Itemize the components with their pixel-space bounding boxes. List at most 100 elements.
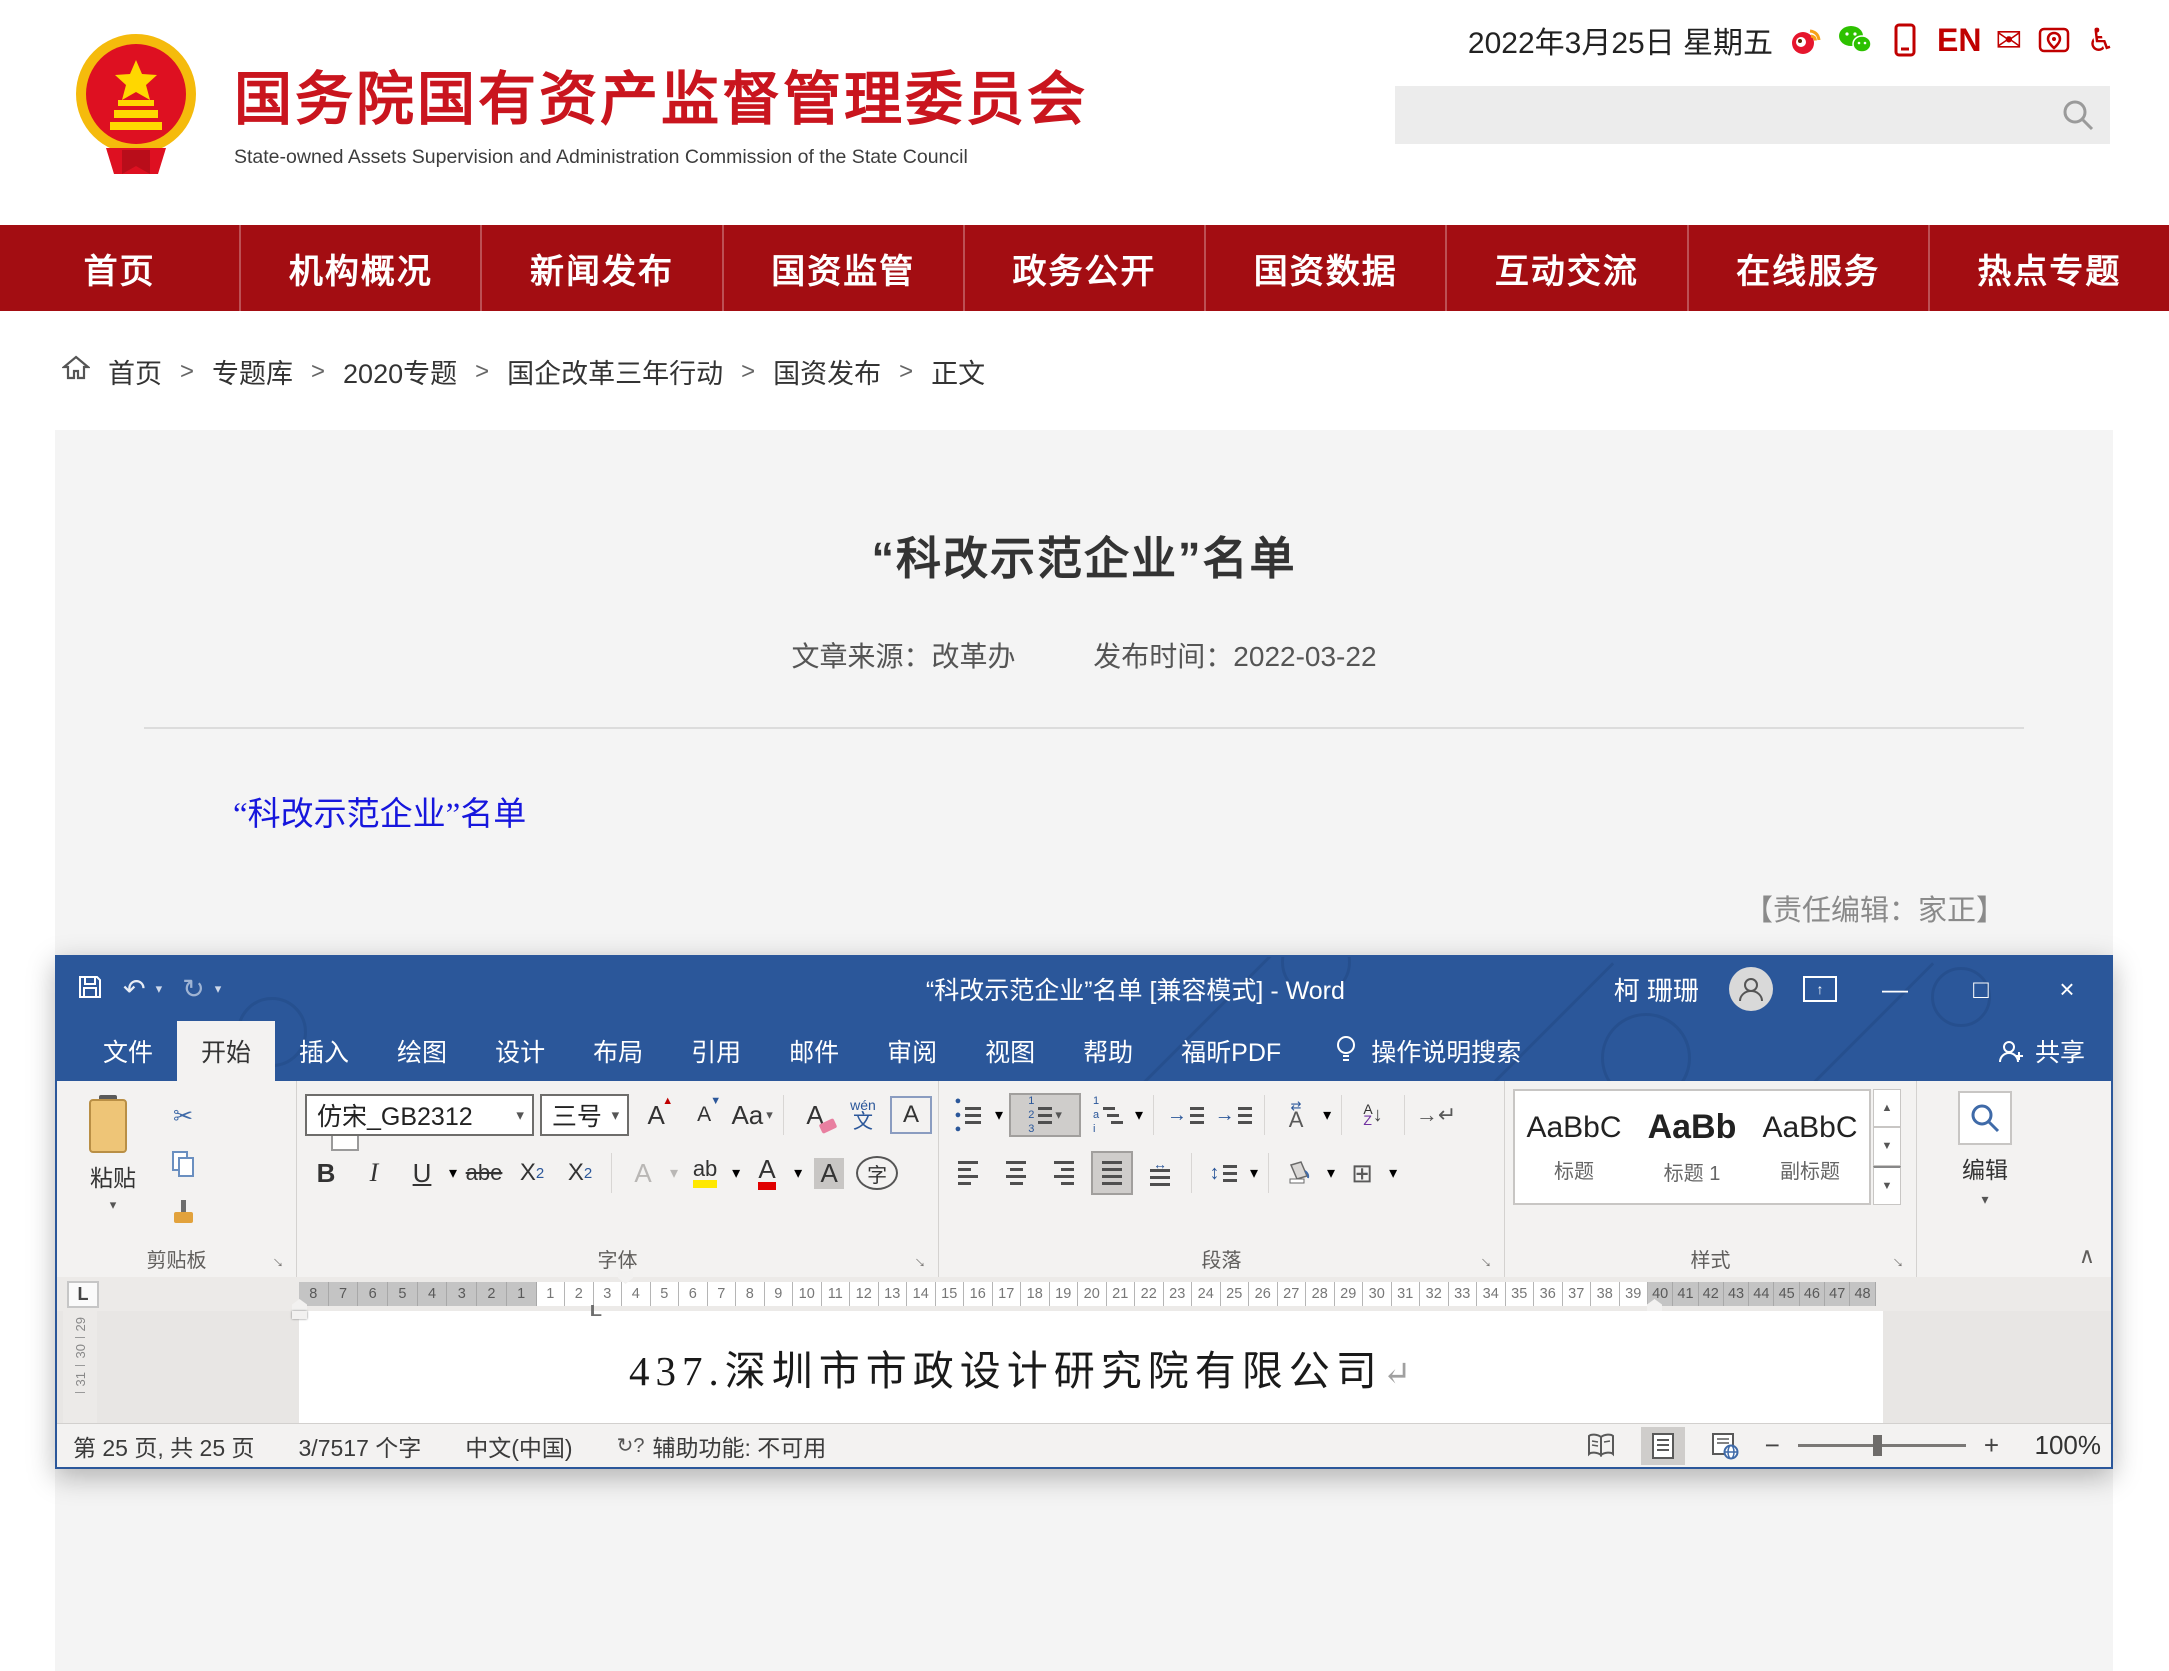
zoom-level[interactable]: 100% (2017, 1430, 2101, 1461)
weibo-icon[interactable] (1787, 22, 1823, 58)
language-indicator[interactable]: 中文(中国) (465, 1429, 572, 1463)
multilevel-list-button[interactable]: 1ai (1087, 1093, 1129, 1137)
save-icon[interactable] (77, 974, 103, 1005)
accessibility-icon[interactable]: ♿ (2086, 21, 2115, 59)
left-indent-marker[interactable] (292, 1311, 307, 1319)
asian-layout-button[interactable]: ⇄A (1275, 1093, 1317, 1137)
change-case-button[interactable]: Aa▾ (731, 1093, 773, 1137)
print-layout-icon[interactable] (1641, 1427, 1685, 1465)
search-icon[interactable] (2060, 97, 2096, 138)
ribbon-display-options-icon[interactable]: ↑ (1803, 976, 1837, 1002)
styles-scroll-up-icon[interactable]: ▲ (1873, 1089, 1901, 1127)
zoom-out-button[interactable]: − (1765, 1430, 1780, 1461)
breadcrumb-item[interactable]: 国资发布 (773, 352, 881, 391)
collapse-ribbon-icon[interactable]: ∧ (2079, 1243, 2095, 1269)
shading-dropdown-icon[interactable]: ▾ (1327, 1163, 1335, 1183)
zoom-slider-thumb[interactable] (1873, 1435, 1882, 1456)
underline-dropdown-icon[interactable]: ▾ (449, 1163, 457, 1183)
numbering-dropdown-icon[interactable]: ▾ (1055, 1107, 1062, 1123)
show-marks-button[interactable]: →↵ (1415, 1093, 1457, 1137)
justify-button[interactable] (1091, 1151, 1133, 1195)
font-size-select[interactable]: 三号▾ (540, 1094, 629, 1136)
nav-item-7[interactable]: 互动交流 (1445, 225, 1686, 311)
tab-插入[interactable]: 插入 (275, 1021, 373, 1081)
enclose-characters-button[interactable]: 字 (856, 1156, 898, 1190)
font-color-dropdown-icon[interactable]: ▾ (794, 1163, 802, 1183)
find-icon[interactable] (1958, 1091, 2012, 1145)
copy-icon[interactable] (161, 1145, 205, 1183)
grow-font-button[interactable]: A▲ (635, 1093, 677, 1137)
account-user-name[interactable]: 柯 珊珊 (1614, 971, 1699, 1008)
align-left-button[interactable] (947, 1151, 989, 1195)
nav-item-2[interactable]: 机构概况 (239, 225, 480, 311)
redo-icon[interactable]: ↻ (182, 974, 205, 1005)
strikethrough-button[interactable]: abe (463, 1151, 505, 1195)
breadcrumb-item[interactable]: 2020专题 (343, 352, 457, 391)
editing-dropdown-icon[interactable]: ▾ (1981, 1191, 1988, 1208)
nav-item-6[interactable]: 国资数据 (1204, 225, 1445, 311)
breadcrumb-item[interactable]: 正文 (931, 352, 985, 391)
font-color-button[interactable]: A (746, 1151, 788, 1195)
editing-group[interactable]: 编辑 ▾ (1917, 1081, 2051, 1277)
align-right-button[interactable] (1043, 1151, 1085, 1195)
accessibility-status[interactable]: ↻? 辅助功能: 不可用 (617, 1429, 827, 1463)
style-item[interactable]: AaBb标题 1 (1633, 1091, 1751, 1203)
distribute-button[interactable]: ↔ (1139, 1151, 1181, 1195)
borders-dropdown-icon[interactable]: ▾ (1389, 1163, 1397, 1183)
phonetic-guide-button[interactable]: wén文 (842, 1093, 884, 1137)
word-count[interactable]: 3/7517 个字 (299, 1429, 422, 1463)
style-item[interactable]: AaBbC标题 (1515, 1091, 1633, 1203)
tab-stop-marker[interactable]: L (590, 1303, 602, 1321)
font-name-select[interactable]: 仿宋_GB2312▾ (305, 1094, 534, 1136)
superscript-button[interactable]: X2 (559, 1151, 601, 1195)
shrink-font-button[interactable]: A▼ (683, 1093, 725, 1137)
mail-icon[interactable]: ✉ (1996, 21, 2023, 59)
text-effects-button[interactable]: A (622, 1151, 664, 1195)
style-item[interactable]: AaBbC副标题 (1751, 1091, 1869, 1203)
tab-selector[interactable]: L (67, 1281, 99, 1308)
multilevel-dropdown-icon[interactable]: ▾ (1135, 1105, 1143, 1125)
bullets-dropdown-icon[interactable]: ▾ (995, 1105, 1003, 1125)
web-layout-icon[interactable] (1703, 1427, 1747, 1465)
zoom-in-button[interactable]: + (1984, 1430, 1999, 1461)
avatar[interactable] (1729, 967, 1773, 1011)
undo-dropdown-icon[interactable]: ▾ (156, 981, 163, 997)
text-highlight-button[interactable]: ab (684, 1151, 726, 1195)
decrease-indent-button[interactable]: ← (1164, 1093, 1206, 1137)
document-page[interactable]: 437.深圳市市政设计研究院有限公司↵ (299, 1311, 1883, 1423)
breadcrumb-item[interactable]: 国企改革三年行动 (507, 352, 723, 391)
nav-item-1[interactable]: 首页 (0, 225, 239, 311)
cut-icon[interactable]: ✂ (161, 1097, 205, 1135)
tab-邮件[interactable]: 邮件 (765, 1021, 863, 1081)
increase-indent-button[interactable]: → (1212, 1093, 1254, 1137)
breadcrumb-item[interactable]: 专题库 (212, 352, 293, 391)
tab-帮助[interactable]: 帮助 (1059, 1021, 1157, 1081)
tab-绘图[interactable]: 绘图 (373, 1021, 471, 1081)
highlight-dropdown-icon[interactable]: ▾ (732, 1163, 740, 1183)
tab-视图[interactable]: 视图 (961, 1021, 1059, 1081)
character-shading-button[interactable]: A (808, 1151, 850, 1195)
close-button[interactable]: × (2039, 974, 2095, 1005)
tab-设计[interactable]: 设计 (471, 1021, 569, 1081)
wechat-icon[interactable] (1837, 22, 1873, 58)
nav-item-4[interactable]: 国资监管 (722, 225, 963, 311)
line-spacing-button[interactable]: ↕ (1202, 1151, 1244, 1195)
tab-文件[interactable]: 文件 (79, 1021, 177, 1081)
tab-布局[interactable]: 布局 (569, 1021, 667, 1081)
subscript-button[interactable]: X2 (511, 1151, 553, 1195)
read-mode-icon[interactable] (1579, 1427, 1623, 1465)
styles-scroll-down-icon[interactable]: ▼ (1873, 1127, 1901, 1165)
nav-item-5[interactable]: 政务公开 (963, 225, 1204, 311)
location-icon[interactable] (2036, 22, 2072, 58)
tab-福昕PDF[interactable]: 福昕PDF (1157, 1021, 1305, 1081)
tab-开始[interactable]: 开始 (177, 1021, 275, 1081)
character-border-button[interactable]: A (890, 1096, 932, 1134)
search-input[interactable] (1395, 86, 2110, 144)
underline-button[interactable]: U (401, 1151, 443, 1195)
home-icon[interactable] (62, 354, 90, 389)
maximize-button[interactable]: □ (1953, 974, 2009, 1005)
mobile-icon[interactable] (1887, 22, 1923, 58)
asian-layout-dropdown-icon[interactable]: ▾ (1323, 1105, 1331, 1125)
numbering-button[interactable]: 123 ▾ (1009, 1093, 1081, 1137)
undo-icon[interactable]: ↶ (123, 974, 146, 1005)
